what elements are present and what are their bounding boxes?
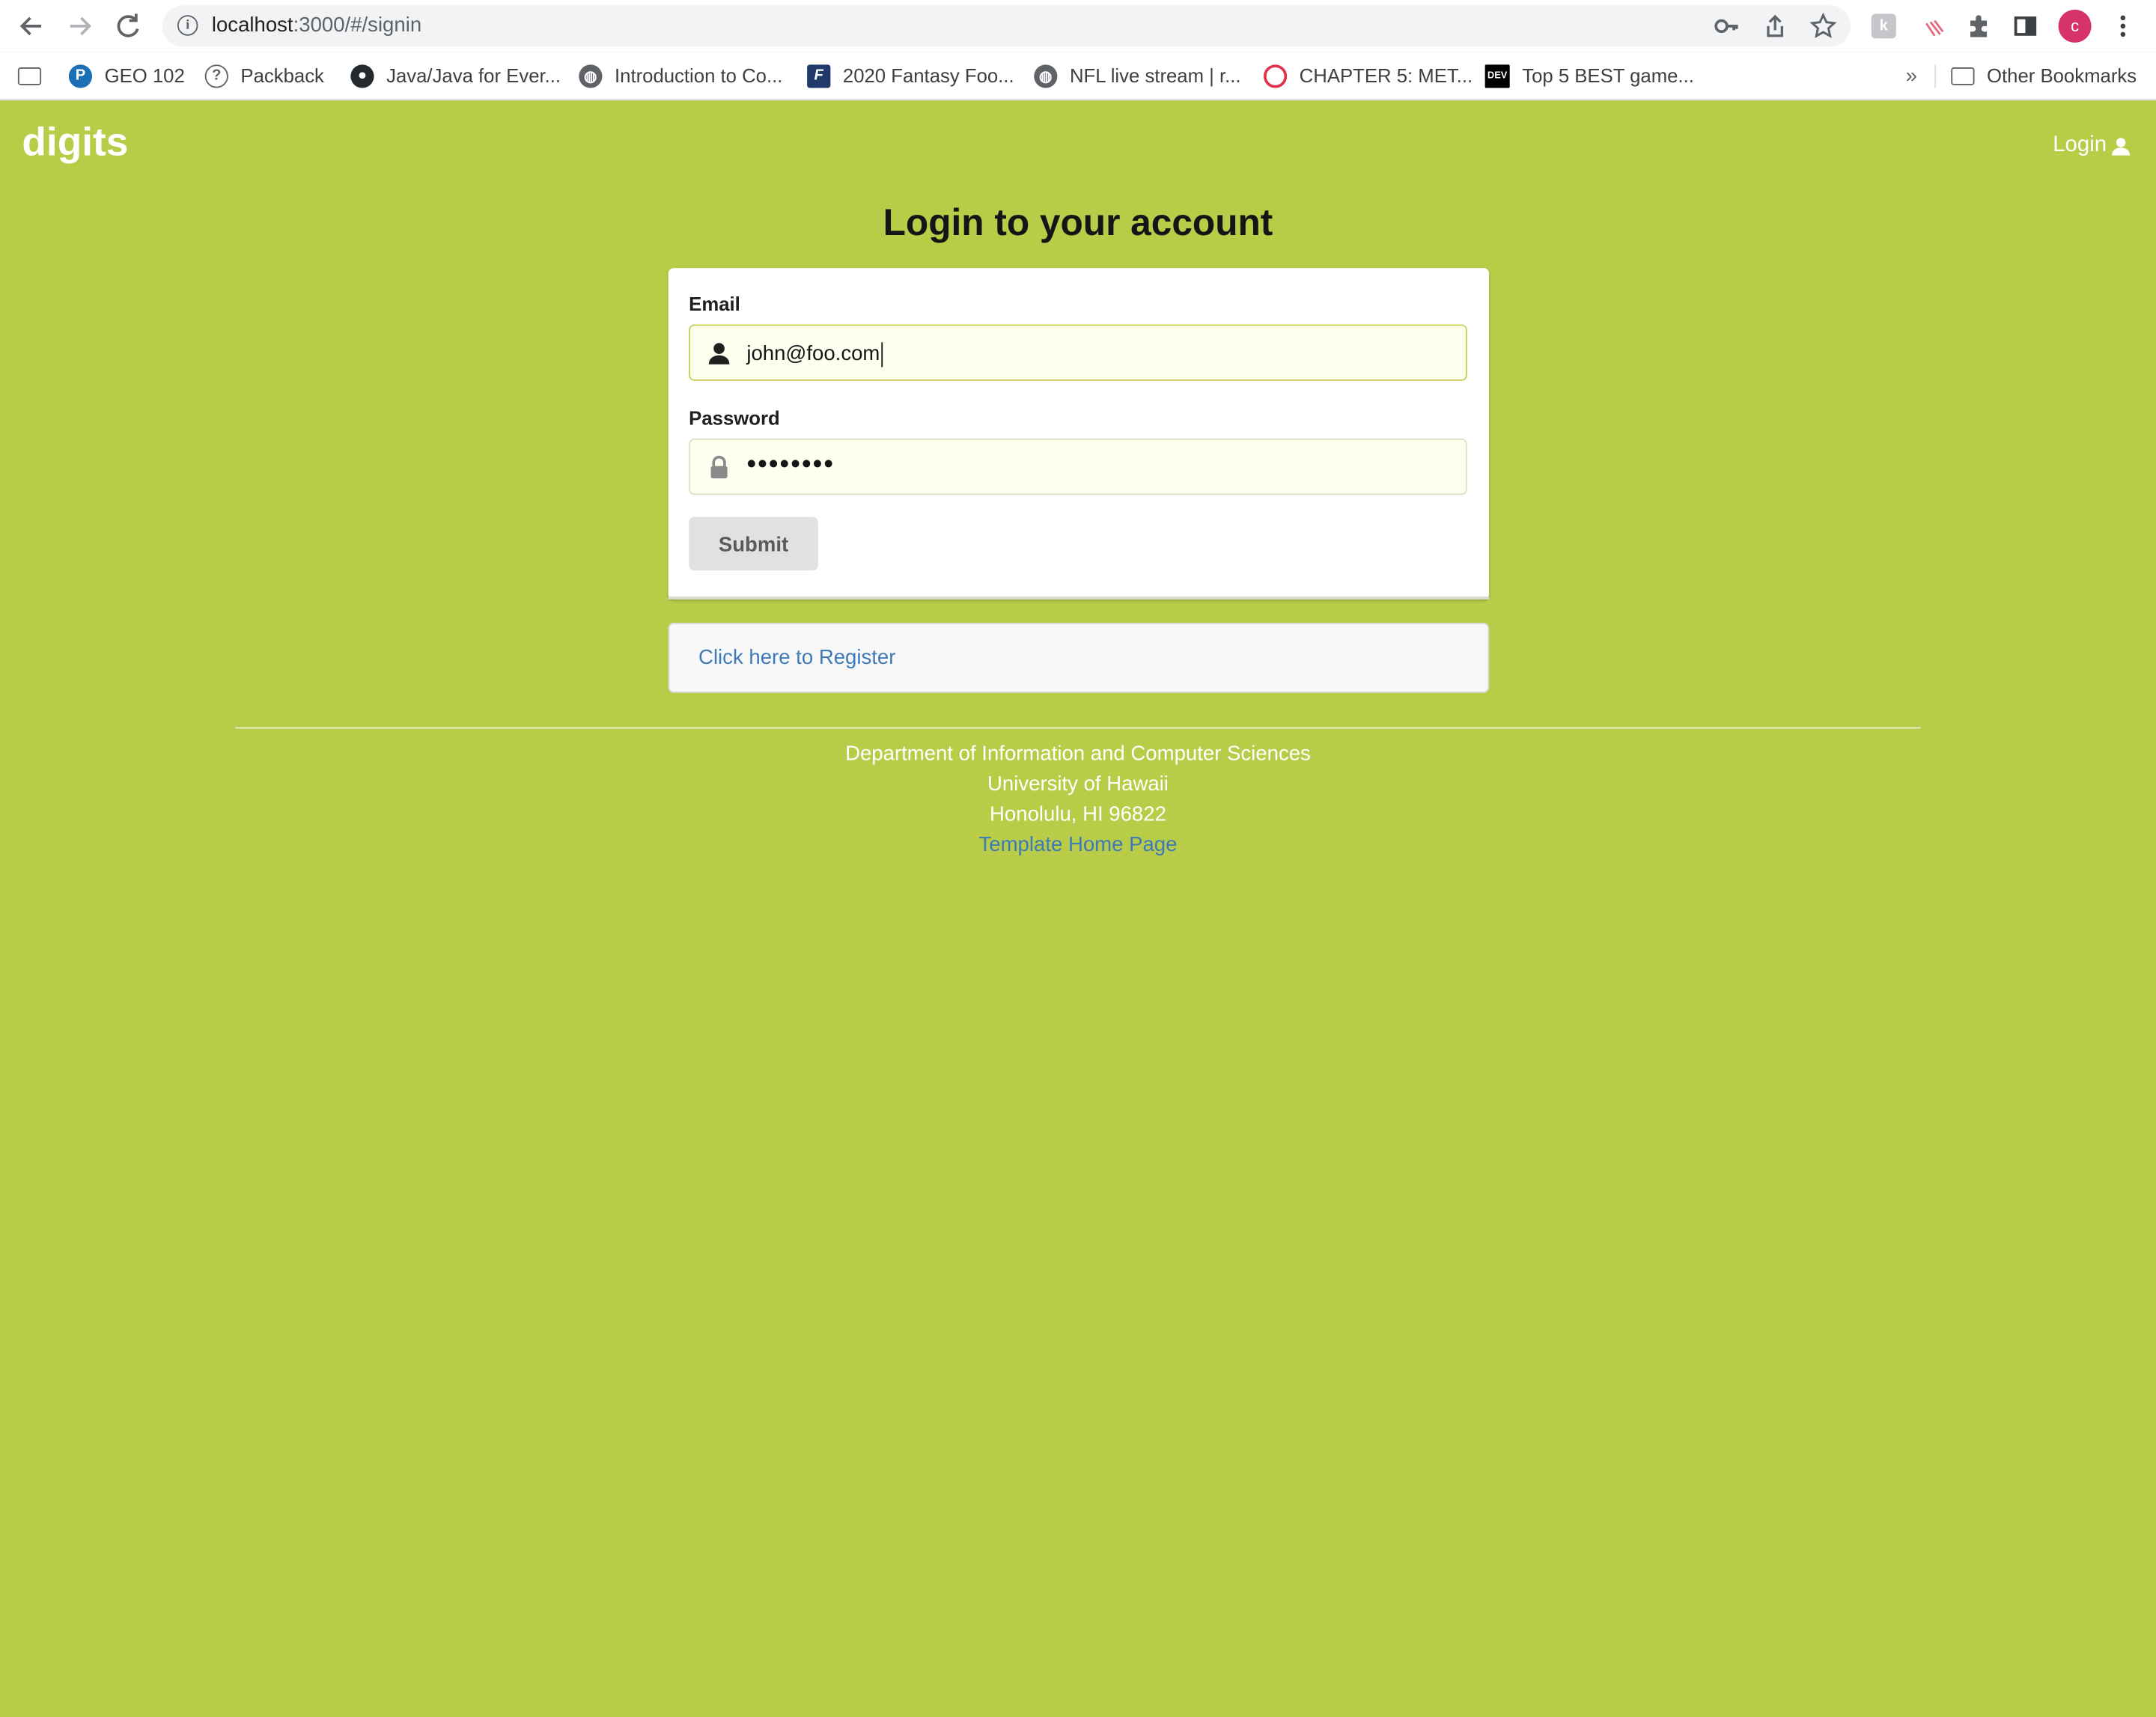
dev-icon: DEV [1484,64,1510,88]
share-icon[interactable] [1761,13,1789,40]
folder-icon [1951,67,1975,85]
bookmark-chapter5[interactable]: CHAPTER 5: MET... [1263,62,1473,90]
lock-icon [710,455,728,479]
star-icon[interactable] [1809,12,1837,40]
register-message: Click here to Register [668,623,1490,693]
bookmark-nfl[interactable]: ◍ NFL live stream | r... [1034,62,1241,90]
template-home-link[interactable]: Template Home Page [0,832,2156,859]
login-menu[interactable]: Login [2053,132,2131,159]
github-icon: ● [350,64,374,88]
submit-button[interactable]: Submit [689,516,818,571]
page-title: Login to your account [883,201,1273,244]
footer-university: University of Hawaii [987,772,1169,796]
user-icon [2112,137,2131,155]
packback-icon: ? [204,64,228,88]
apps-folder-icon[interactable] [17,62,54,90]
back-icon[interactable] [15,10,48,43]
email-label: Email [689,293,740,315]
browser-toolbar: i localhost:3000/#/signin k c [0,0,2156,52]
puzzle-icon[interactable] [1964,11,1994,41]
o-icon [1263,64,1288,88]
card-divider [668,597,1490,600]
key-icon[interactable] [1714,13,1741,40]
footer-divider [235,727,1921,729]
fantasy-icon: F [807,64,831,88]
other-bookmarks[interactable]: Other Bookmarks [1951,62,2137,90]
reload-icon[interactable] [112,10,144,43]
email-field[interactable]: john@foo.com [689,324,1467,381]
bookmark-top5[interactable]: DEV Top 5 BEST game... [1484,62,1694,90]
bookmark-java[interactable]: ● Java/Java for Ever... [350,62,561,90]
bookmark-introduction[interactable]: ◍ Introduction to Co... [579,62,782,90]
globe-icon: ◍ [1034,64,1058,88]
bookmark-fantasy[interactable]: F 2020 Fantasy Foo... [807,62,1014,90]
menu-kebab-icon[interactable] [2108,11,2138,41]
user-icon [708,343,730,365]
footer-department: Department of Information and Computer S… [845,742,1311,766]
email-value: john@foo.com [746,342,880,366]
profile-avatar[interactable]: c [2058,9,2092,43]
bookmarks-divider [1934,64,1937,88]
extension-k-icon[interactable]: k [1869,11,1898,41]
password-label: Password [689,406,780,430]
bookmark-packback[interactable]: ? Packback [204,62,324,90]
site-info-icon[interactable]: i [177,15,198,36]
globe-icon: ◍ [579,64,603,88]
register-link[interactable]: Click here to Register [698,644,895,672]
password-field[interactable]: •••••••• [689,438,1467,495]
more-bookmarks-chevron[interactable]: » [1906,62,1917,90]
footer-address: Honolulu, HI 96822 [990,802,1166,826]
address-bar[interactable]: i localhost:3000/#/signin [162,5,1851,47]
bookmark-geo-102[interactable]: P GEO 102 [68,62,185,90]
brand-logo[interactable]: digits [22,118,128,168]
forward-icon[interactable] [63,10,96,43]
signin-form: Email john@foo.com Password •••••••• Sub… [668,268,1490,600]
pearson-icon: P [68,64,93,88]
text-caret [881,342,883,368]
side-panel-icon[interactable] [2010,11,2040,41]
password-value: •••••••• [746,449,835,481]
url-text[interactable]: localhost:3000/#/signin [212,13,421,38]
bookmarks-bar: P GEO 102 ? Packback ● Java/Java for Eve… [0,52,2156,101]
extension-stripes-icon[interactable] [1919,11,1949,41]
